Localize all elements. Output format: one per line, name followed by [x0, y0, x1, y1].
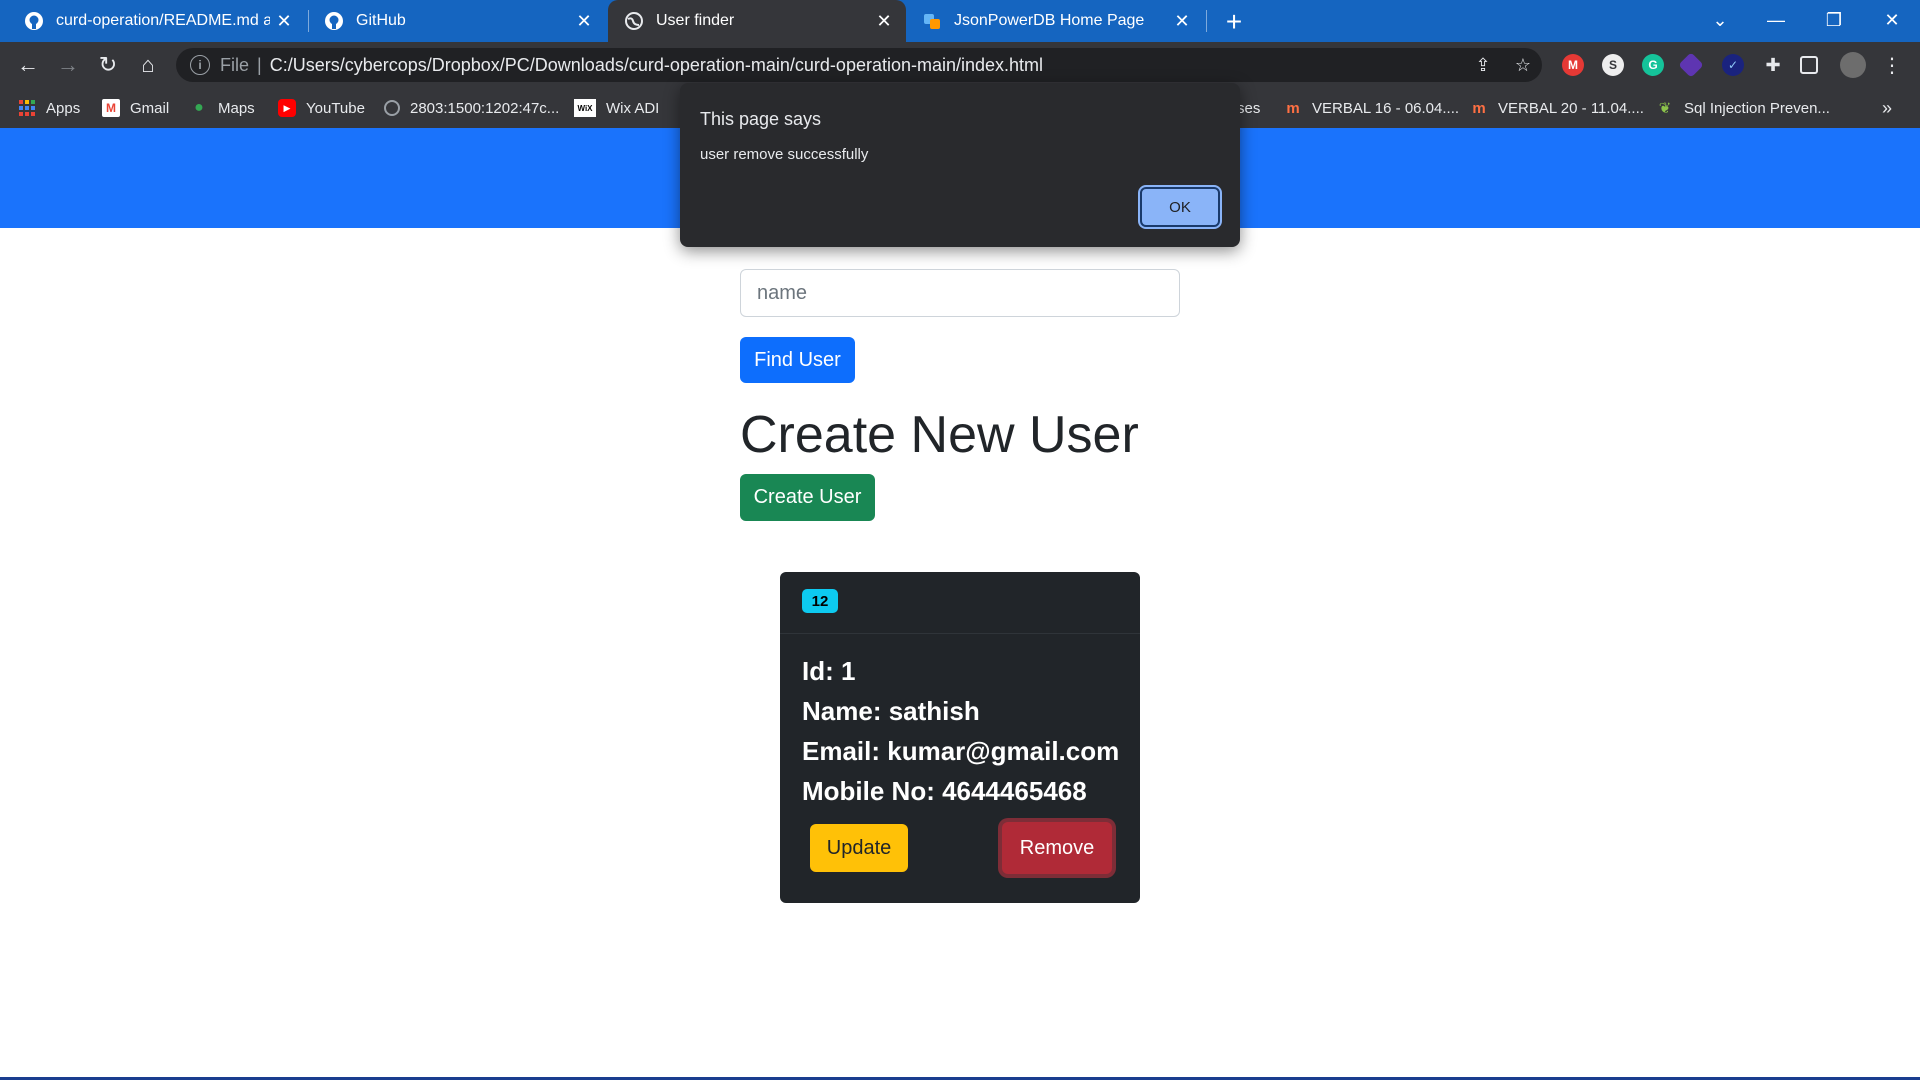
- maps-pin-icon: ●: [194, 99, 204, 116]
- dialog-message: user remove successfully: [700, 146, 869, 163]
- tab-search-chevron-icon[interactable]: ⌄: [1692, 0, 1748, 40]
- address-url: C:/Users/cybercops/Dropbox/PC/Downloads/…: [269, 54, 1044, 75]
- tab-divider: [1206, 10, 1207, 32]
- bookmark-gmail[interactable]: M Gmail: [102, 96, 169, 120]
- bookmark-label: VERBAL 16 - 06.04....: [1312, 99, 1460, 117]
- tab-user-finder[interactable]: User finder ✕: [608, 0, 906, 42]
- user-name: Name: sathish: [802, 696, 980, 726]
- tab-title: JsonPowerDB Home Page: [954, 12, 1145, 29]
- address-separator: |: [257, 54, 262, 75]
- user-id: Id: 1: [802, 656, 856, 686]
- page-heading: Create New User: [740, 406, 1139, 464]
- share-icon[interactable]: ⇪: [1472, 54, 1494, 76]
- bookmark-label: Gmail: [130, 99, 170, 117]
- bookmark-label: 2803:1500:1202:47c...: [410, 99, 560, 117]
- minimize-button[interactable]: —: [1748, 0, 1804, 40]
- wix-icon: WiX: [574, 99, 596, 117]
- mega-extension-icon[interactable]: M: [1562, 54, 1584, 76]
- profile-avatar[interactable]: [1840, 52, 1866, 78]
- close-icon[interactable]: ✕: [870, 7, 898, 35]
- back-icon[interactable]: ←: [12, 49, 44, 81]
- user-email: Email: kumar@gmail.com: [802, 736, 1120, 766]
- info-icon[interactable]: i: [190, 55, 210, 75]
- browser-tab-strip: curd-operation/README.md at m ✕ GitHub ✕…: [0, 0, 1920, 42]
- bookmark-label: Sql Injection Preven...: [1684, 99, 1830, 117]
- name-search-input[interactable]: [740, 269, 1180, 317]
- user-count-badge: 12: [802, 589, 838, 613]
- tab-github[interactable]: GitHub ✕: [310, 0, 606, 42]
- tab-divider: [308, 10, 309, 32]
- s-extension-icon[interactable]: S: [1602, 54, 1624, 76]
- bookmark-label: VERBAL 20 - 11.04....: [1498, 99, 1644, 117]
- bookmark-sql-injection[interactable]: ❦ Sql Injection Preven...: [1656, 96, 1830, 120]
- globe-icon: [384, 100, 400, 116]
- jpdb-icon: [924, 14, 940, 29]
- bookmark-label: Wix ADI: [606, 99, 660, 117]
- side-panel-icon[interactable]: [1800, 56, 1818, 74]
- create-user-button[interactable]: Create User: [740, 474, 875, 521]
- tab-title: User finder: [656, 12, 735, 29]
- card-header: 12: [780, 572, 1140, 634]
- check-extension-icon[interactable]: ✓: [1722, 54, 1744, 76]
- github-icon: [325, 12, 343, 30]
- github-icon: [25, 12, 43, 30]
- bookmark-maps[interactable]: ● Maps: [190, 96, 255, 120]
- bookmark-star-icon[interactable]: ☆: [1512, 54, 1534, 76]
- bookmark-verbal-20[interactable]: m VERBAL 20 - 11.04....: [1470, 96, 1644, 120]
- reload-icon[interactable]: ↻: [92, 49, 124, 81]
- close-icon[interactable]: ✕: [1168, 7, 1196, 35]
- user-mobile: Mobile No: 4644465468: [802, 776, 1087, 806]
- address-bar[interactable]: i File | C:/Users/cybercops/Dropbox/PC/D…: [176, 48, 1542, 82]
- address-scheme: File: [220, 54, 250, 75]
- apps-grid-icon: [18, 99, 36, 117]
- youtube-icon: ▶: [278, 99, 296, 117]
- gmail-icon: M: [102, 99, 120, 117]
- browser-toolbar: ← → ↻ ⌂ i File | C:/Users/cybercops/Drop…: [0, 42, 1920, 88]
- m-logo-icon: m: [1472, 99, 1486, 117]
- bookmark-verbal-16[interactable]: m VERBAL 16 - 06.04....: [1284, 96, 1459, 120]
- extensions-puzzle-icon[interactable]: ✚: [1762, 54, 1784, 76]
- bookmark-label: Apps: [46, 99, 81, 117]
- user-card: 12 Id: 1 Name: sathish Email: kumar@gmai…: [780, 572, 1140, 903]
- remove-button[interactable]: Remove: [1002, 822, 1112, 874]
- home-icon[interactable]: ⌂: [132, 49, 164, 81]
- tab-title: curd-operation/README.md at m: [56, 12, 270, 29]
- restore-button[interactable]: ❐: [1806, 0, 1862, 40]
- grammarly-icon[interactable]: G: [1642, 54, 1664, 76]
- tab-jsonpowerdb[interactable]: JsonPowerDB Home Page ✕: [906, 0, 1204, 42]
- update-button[interactable]: Update: [810, 824, 908, 872]
- alert-dialog: This page says user remove successfully …: [680, 83, 1240, 247]
- leaf-icon: ❦: [1658, 100, 1672, 117]
- tab-title: GitHub: [356, 12, 406, 29]
- bookmark-ip-address[interactable]: 2803:1500:1202:47c...: [384, 96, 559, 120]
- bookmark-apps[interactable]: Apps: [18, 96, 80, 120]
- find-user-button[interactable]: Find User: [740, 337, 855, 383]
- globe-icon: [625, 12, 643, 30]
- m-logo-icon: m: [1286, 99, 1300, 117]
- bookmark-label: Maps: [218, 99, 255, 117]
- more-bookmarks-chevron-icon[interactable]: »: [1882, 96, 1892, 120]
- dialog-ok-button[interactable]: OK: [1140, 187, 1220, 227]
- close-icon[interactable]: ✕: [570, 7, 598, 35]
- bookmark-wix-adi[interactable]: WiX Wix ADI: [574, 96, 659, 120]
- forward-icon[interactable]: →: [52, 49, 84, 81]
- bookmark-youtube[interactable]: ▶ YouTube: [278, 96, 365, 120]
- close-icon[interactable]: ✕: [270, 7, 298, 35]
- new-tab-button[interactable]: +: [1218, 6, 1250, 38]
- purple-extension-icon[interactable]: [1678, 52, 1704, 78]
- menu-kebab-icon[interactable]: ⋮: [1876, 49, 1908, 81]
- bookmark-label: YouTube: [306, 99, 365, 117]
- dialog-title: This page says: [700, 109, 822, 129]
- window-close-button[interactable]: ✕: [1864, 0, 1920, 40]
- tab-readme[interactable]: curd-operation/README.md at m ✕: [0, 0, 306, 42]
